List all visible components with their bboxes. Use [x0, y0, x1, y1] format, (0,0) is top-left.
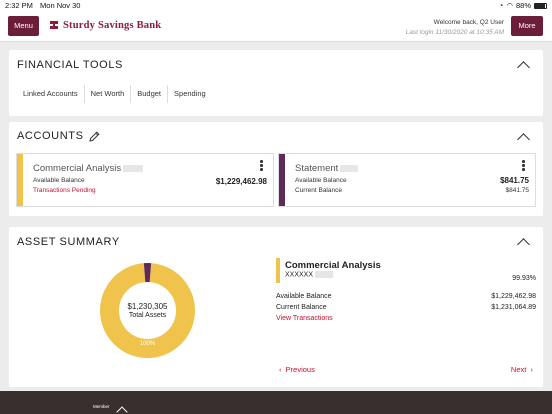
battery-icon	[534, 2, 547, 9]
accounts-title: ACCOUNTS	[17, 130, 84, 142]
more-button[interactable]: More	[511, 16, 543, 36]
last-login: Last login 11/30/2020 at 10:35 AM	[405, 29, 504, 36]
bank-logo: Sturdy Savings Bank	[48, 19, 161, 31]
previous-button[interactable]: ‹ Previous	[279, 365, 315, 374]
asset-name: Commercial Analysis	[285, 260, 381, 271]
headphones-icon: ◠	[506, 1, 513, 10]
total-assets-label: Total Assets	[128, 311, 167, 319]
bank-logo-icon	[50, 21, 58, 29]
previous-label: Previous	[285, 365, 315, 374]
account-color-bar	[17, 154, 23, 206]
asset-current-row: Current Balance $1,231,064.89	[276, 304, 536, 311]
member-tab[interactable]: Member	[93, 404, 110, 409]
account-name: Statement	[295, 163, 359, 174]
asset-color-bar	[276, 258, 280, 283]
current-label: Current Balance	[295, 187, 342, 194]
account-tile-statement[interactable]: Statement Available Balance Current Bala…	[278, 153, 536, 207]
next-label: Next	[510, 365, 527, 374]
welcome-message: Welcome back, Q2 User Last login 11/30/2…	[406, 18, 504, 38]
asset-summary-card: ASSET SUMMARY $1,230,305 Total Assets 10…	[9, 227, 543, 387]
financial-tools-card: FINANCIAL TOOLS Linked Accounts Net Wort…	[9, 50, 543, 116]
bottom-nav-bar: Member	[0, 391, 552, 414]
kebab-menu-icon[interactable]	[522, 160, 525, 172]
bank-name: Sturdy Savings Bank	[63, 19, 162, 31]
total-assets-value: $1,230,305	[127, 301, 168, 311]
asset-percent: 99.93%	[512, 275, 536, 282]
tool-net-worth[interactable]: Net Worth	[85, 85, 132, 103]
account-tile-commercial[interactable]: Commercial Analysis Available Balance Tr…	[16, 153, 274, 207]
available-label: Available Balance	[276, 293, 332, 300]
status-time: 2:32 PM	[5, 1, 33, 10]
tool-budget[interactable]: Budget	[131, 85, 169, 103]
chevron-left-icon: ‹	[279, 365, 282, 374]
chevron-up-icon[interactable]	[517, 238, 530, 251]
asset-summary-title: ASSET SUMMARY	[17, 236, 120, 248]
available-label: Available Balance	[33, 177, 85, 184]
chevron-up-icon[interactable]	[517, 133, 530, 146]
available-balance: $1,229,462.98	[491, 293, 536, 300]
wifi-icon: ◔	[498, 1, 504, 10]
chevron-up-icon[interactable]	[517, 61, 530, 74]
asset-available-row: Available Balance $1,229,462.98	[276, 293, 536, 300]
welcome-text: Welcome back, Q2 User	[433, 19, 504, 26]
account-color-bar	[279, 154, 285, 206]
edit-pencil-icon[interactable]	[88, 130, 101, 143]
transactions-pending[interactable]: Transactions Pending	[33, 187, 96, 194]
asset-account-number: XXXXXX	[285, 271, 334, 278]
next-button[interactable]: Next ›	[511, 365, 533, 374]
available-balance: $1,229,462.98	[215, 177, 267, 186]
current-balance: $1,231,064.89	[491, 304, 536, 311]
app-header: Menu Sturdy Savings Bank Welcome back, Q…	[0, 11, 552, 42]
accounts-card: ACCOUNTS Commercial Analysis Available B…	[9, 122, 543, 216]
financial-tools-title: FINANCIAL TOOLS	[17, 59, 123, 71]
financial-tools-links: Linked Accounts Net Worth Budget Spendin…	[17, 85, 212, 103]
chevron-right-icon: ›	[530, 365, 534, 374]
current-label: Current Balance	[276, 304, 327, 311]
view-transactions-link[interactable]: View Transactions	[276, 315, 333, 322]
current-balance: $841.75	[505, 187, 530, 194]
home-icon[interactable]	[116, 406, 128, 414]
kebab-menu-icon[interactable]	[260, 160, 263, 172]
status-date: Mon Nov 30	[40, 1, 81, 10]
tool-spending[interactable]: Spending	[168, 85, 212, 103]
assets-donut-chart[interactable]: $1,230,305 Total Assets 100%	[100, 263, 195, 358]
available-label: Available Balance	[295, 177, 347, 184]
available-balance: $841.75	[500, 176, 529, 185]
donut-percent-label: 100%	[139, 341, 156, 347]
tool-linked-accounts[interactable]: Linked Accounts	[17, 85, 85, 103]
battery-percent: 88%	[515, 1, 531, 10]
status-bar: 2:32 PM Mon Nov 30 ◔ ◠ 88%	[0, 0, 552, 11]
account-name: Commercial Analysis	[33, 163, 144, 174]
menu-button[interactable]: Menu	[8, 16, 39, 36]
